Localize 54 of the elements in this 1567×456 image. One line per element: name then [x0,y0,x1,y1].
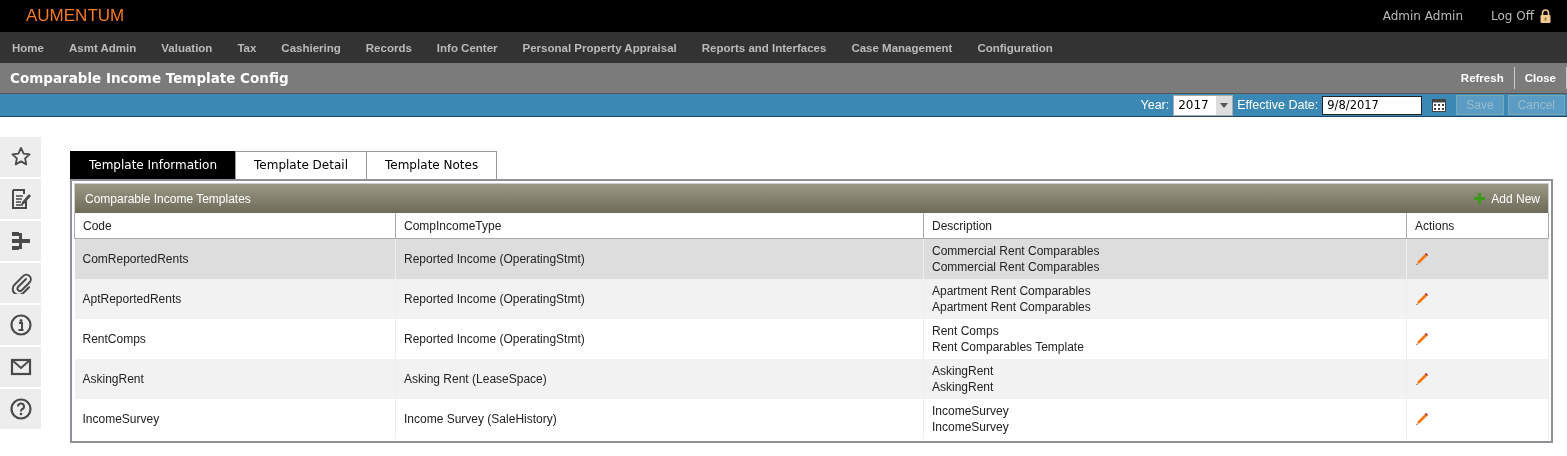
year-dropdown[interactable]: 2017 [1173,94,1234,116]
grid-title: Comparable Income Templates [85,191,251,206]
date-label: Effective Date: [1237,98,1319,112]
pencil-icon[interactable] [1415,372,1429,386]
pencil-icon[interactable] [1415,332,1429,346]
nav-item[interactable]: Personal Property Appraisal [522,41,677,54]
info-icon[interactable] [9,314,32,336]
calendar-icon[interactable] [1432,98,1447,112]
table-row[interactable]: RentComps Reported Income (OperatingStmt) Rent Comps Rent Comparables Template [74,319,1549,359]
add-new-button[interactable]: Add New [1474,191,1540,206]
table-cell: Income Survey (SaleHistory) [395,399,924,439]
pencil-icon[interactable] [1415,252,1429,266]
column-header[interactable]: Actions [1406,213,1549,239]
table-row[interactable]: ComReportedRents Reported Income (OperatingStmt) Commercial Rent Comparables Commercial Rent Comparables [74,238,1549,279]
paperclip-icon[interactable] [9,272,32,294]
page-title: Comparable Income Template Config [10,70,289,86]
plus-icon [1474,193,1486,204]
nav-item[interactable]: Asmt Admin [68,41,137,54]
nav-item[interactable]: Cashiering [281,41,341,54]
column-header[interactable]: Description [923,213,1407,239]
tab[interactable]: Template Notes [365,151,498,179]
column-header[interactable]: Code [74,213,396,239]
star-icon[interactable] [9,146,32,168]
date-field[interactable]: 9/8/2017 [1322,95,1423,115]
pencil-icon[interactable] [1415,412,1429,426]
nav-item[interactable]: Reports and Interfaces [701,41,827,54]
caret-icon [1220,102,1229,108]
nav-item[interactable]: Case Management [851,41,953,54]
nav-item[interactable]: Records [365,41,412,54]
table-cell: IncomeSurvey IncomeSurvey [923,399,1407,439]
table-row[interactable]: AptReportedRents Reported Income (OperatingStmt) Apartment Rent Comparables Apartment Rent Comparables [74,279,1549,319]
nav-item[interactable]: Info Center [436,41,498,54]
lock-icon [1540,9,1551,23]
table-cell: IncomeSurvey [74,399,396,439]
year-label: Year: [1140,98,1170,112]
brand-logo: AUMENTUM [26,6,125,26]
pencil-icon[interactable] [1415,292,1429,306]
nav-item[interactable]: Valuation [161,41,213,54]
toolbar-link[interactable]: Close [1514,67,1567,89]
nav-item[interactable]: Tax [237,41,257,54]
tab[interactable]: Template Information [70,151,237,179]
toolbar-link[interactable]: Refresh [1450,67,1515,89]
document-icon[interactable] [9,188,32,210]
nav-item[interactable]: Home [12,41,44,54]
nav-item[interactable]: Configuration [977,41,1053,54]
table-row[interactable]: IncomeSurvey Income Survey (SaleHistory) IncomeSurvey IncomeSurvey [74,399,1549,439]
table-row[interactable]: AskingRent Asking Rent (LeaseSpace) AskingRent AskingRent [74,359,1549,399]
envelope-icon[interactable] [9,356,32,378]
column-header[interactable]: CompIncomeType [395,213,924,239]
tab[interactable]: Template Detail [235,151,367,179]
logoff-link[interactable]: Log Off [1491,9,1534,23]
user-name: Admin Admin [1382,9,1464,23]
hierarchy-icon[interactable] [9,230,32,252]
help-icon[interactable] [9,398,32,420]
